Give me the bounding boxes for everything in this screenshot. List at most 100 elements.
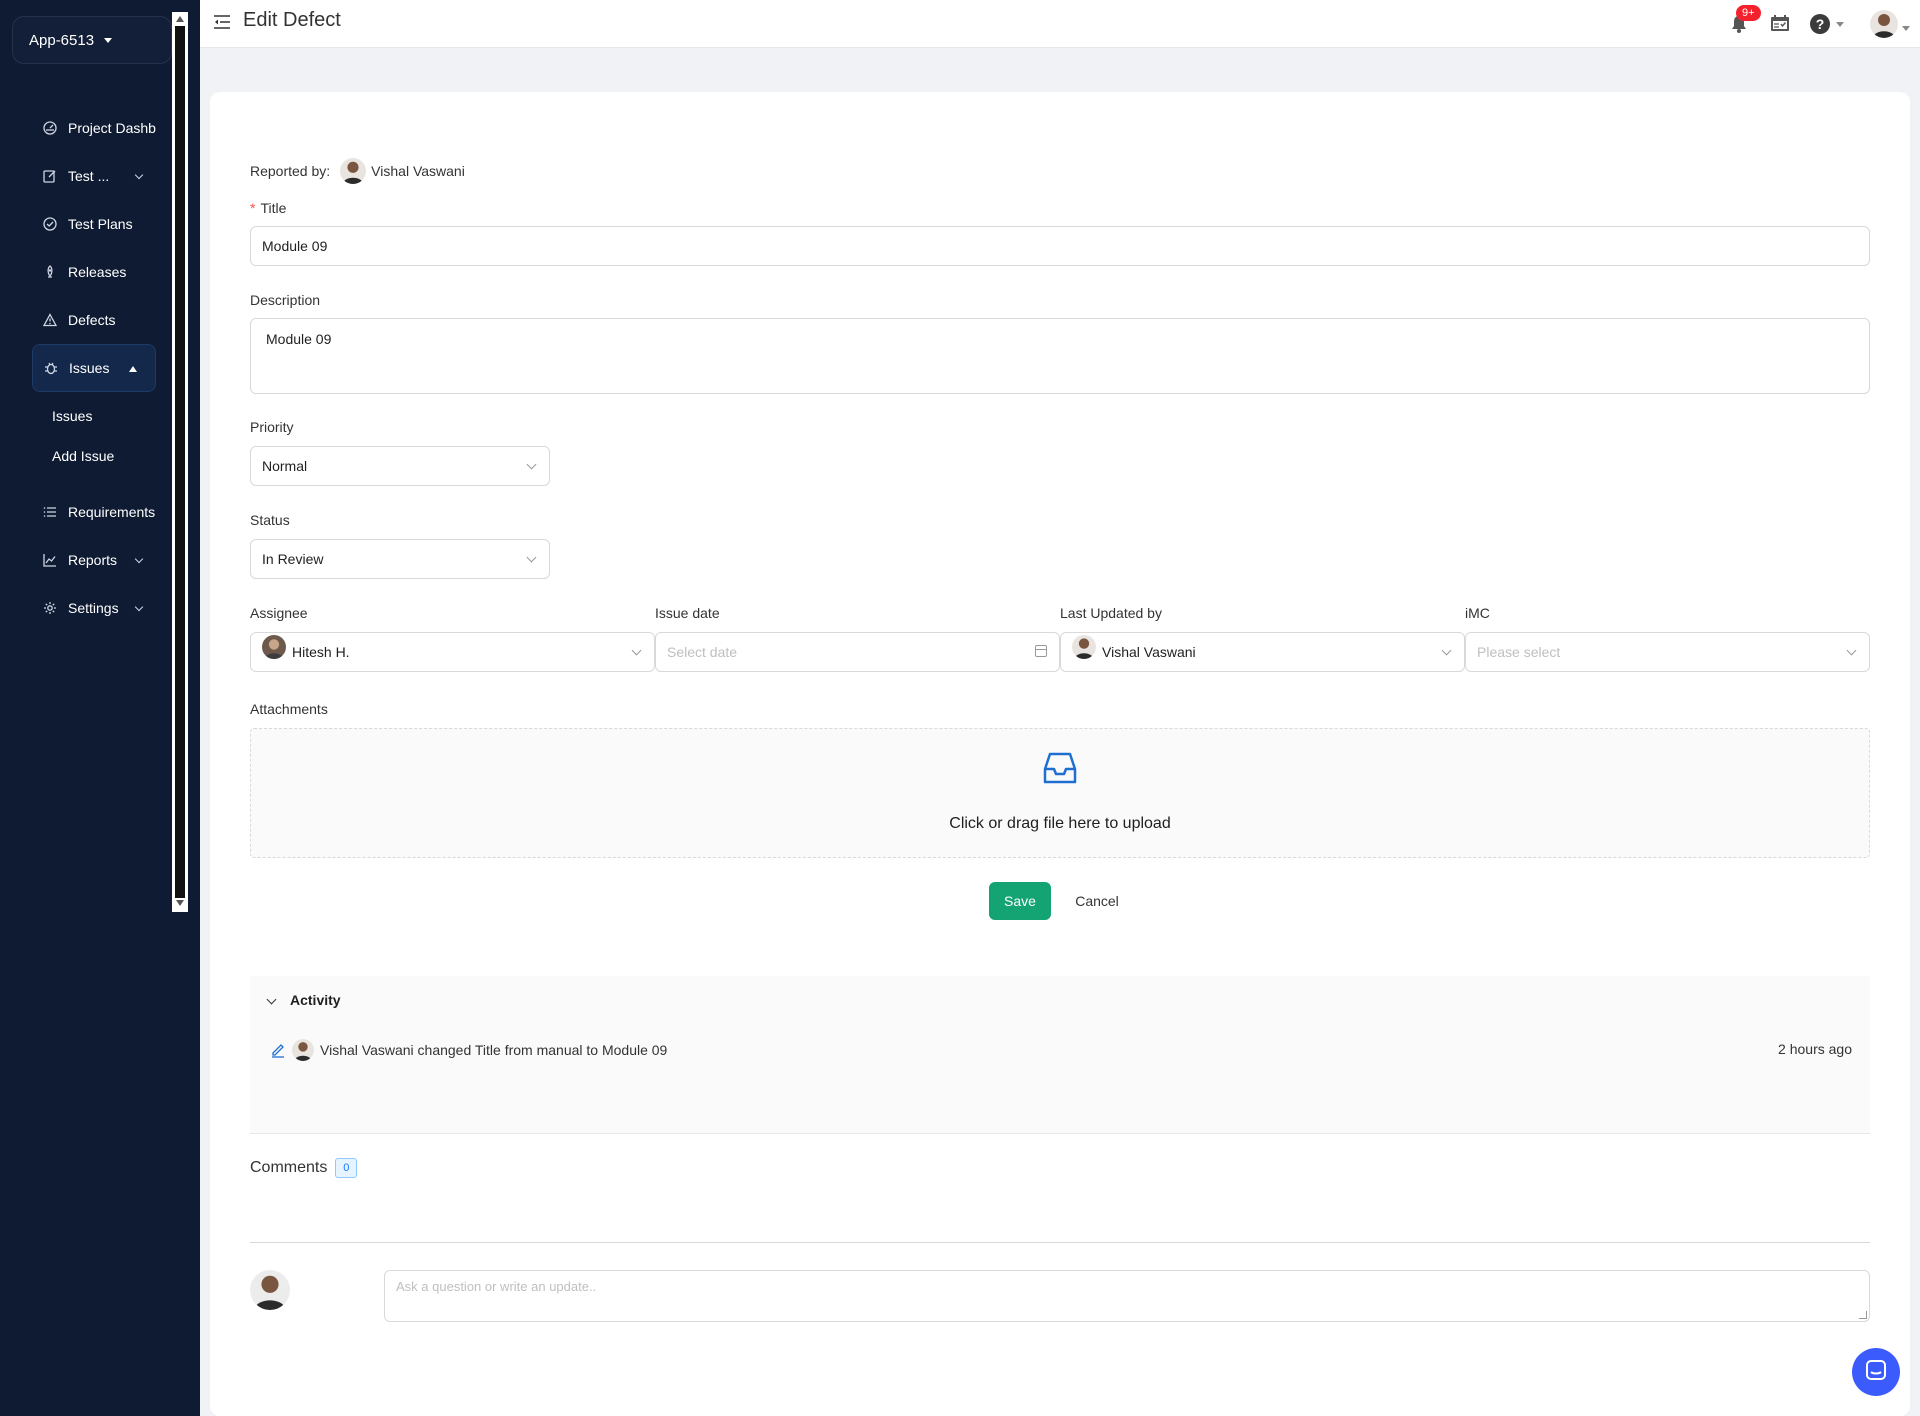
activity-time: 2 hours ago xyxy=(1778,1041,1852,1057)
divider xyxy=(250,1242,1870,1243)
comment-placeholder: Ask a question or write an update.. xyxy=(396,1279,597,1294)
title-label-text: Title xyxy=(260,200,287,216)
resize-handle-icon[interactable] xyxy=(1859,1311,1867,1319)
imc-placeholder: Please select xyxy=(1477,644,1561,660)
comments-count-badge: 0 xyxy=(335,1158,358,1178)
sidebar-item-defects[interactable]: Defects xyxy=(32,296,156,344)
assignee-label: Assignee xyxy=(250,605,308,621)
imc-label: iMC xyxy=(1465,605,1490,621)
sidebar-item-label: Reports xyxy=(68,552,118,568)
sidebar-item-label: Test ... xyxy=(68,168,110,184)
comment-input[interactable]: Ask a question or write an update.. xyxy=(384,1270,1870,1322)
imc-select[interactable]: Please select xyxy=(1465,632,1870,672)
description-label: Description xyxy=(250,292,321,308)
status-label: Status xyxy=(250,512,290,528)
last-updated-label: Last Updated by xyxy=(1060,605,1162,621)
title-input[interactable]: Module 09 xyxy=(250,226,1870,266)
activity-title[interactable]: Activity xyxy=(290,992,341,1008)
issue-date-label: Issue date xyxy=(655,605,720,621)
save-button[interactable]: Save xyxy=(989,882,1051,920)
assignee-value: Hitesh H. xyxy=(292,644,350,660)
menu-fold-icon[interactable] xyxy=(212,12,232,32)
edit-defect-form: Reported by: Vishal Vaswani * Title Modul… xyxy=(210,92,1910,1416)
sidebar-item-label: Releases xyxy=(68,264,127,280)
sidebar-item-requirements[interactable]: Requirements xyxy=(32,488,156,536)
description-value: Module 09 xyxy=(266,331,332,347)
calendar-icon[interactable] xyxy=(1770,14,1790,32)
gear-icon xyxy=(42,600,58,616)
priority-label: Priority xyxy=(250,419,294,435)
app-switcher[interactable]: App-6513 xyxy=(12,16,172,64)
attachments-label: Attachments xyxy=(250,701,328,717)
description-textarea[interactable]: Module 09 xyxy=(250,318,1870,394)
reported-by-label: Reported by: xyxy=(250,163,331,179)
sidebar-item-label: Settings xyxy=(68,600,119,616)
chevron-down-icon xyxy=(1846,645,1857,656)
sidebar-item-releases[interactable]: Releases xyxy=(32,248,156,296)
chevron-down-icon xyxy=(526,552,537,563)
app-switcher-label: App-6513 xyxy=(29,31,95,49)
status-value: In Review xyxy=(262,551,324,567)
required-mark: * xyxy=(250,200,256,216)
chevron-down-icon xyxy=(526,459,537,470)
reported-by: Reported by: Vishal Vaswani xyxy=(250,158,465,184)
notification-badge: 9+ xyxy=(1736,5,1761,21)
chevron-down-icon xyxy=(1441,645,1452,656)
user-avatar[interactable] xyxy=(1870,10,1898,38)
sidebar-item-label: Project Dashb xyxy=(68,120,156,136)
file-upload-dropzone[interactable]: Click or drag file here to upload xyxy=(250,728,1870,858)
sidebar-item-label: Test Plans xyxy=(68,216,133,232)
issue-date-picker[interactable]: Select date xyxy=(655,632,1060,672)
sidebar-item-label: Requirements xyxy=(68,504,156,520)
chat-launcher-button[interactable] xyxy=(1852,1348,1900,1396)
priority-select[interactable]: Normal xyxy=(250,446,550,486)
caret-down-icon[interactable] xyxy=(1902,26,1910,31)
help-icon[interactable]: ? xyxy=(1810,14,1830,34)
sidebar-item-test-plans[interactable]: Test Plans xyxy=(32,200,156,248)
caret-down-icon xyxy=(104,37,113,43)
top-header: Edit Defect 9+ ? xyxy=(200,0,1920,48)
sidebar-scrollbar-thumb[interactable] xyxy=(175,26,185,898)
chevron-down-icon[interactable] xyxy=(266,994,277,1005)
title-input-value: Module 09 xyxy=(262,238,328,254)
cancel-button[interactable]: Cancel xyxy=(1067,882,1127,920)
activity-text: Vishal Vaswani changed Title from manual… xyxy=(320,1042,668,1058)
assignee-select[interactable]: Hitesh H. xyxy=(250,632,655,672)
sidebar-item-settings[interactable]: Settings xyxy=(32,584,156,632)
chevron-up-icon xyxy=(129,366,137,372)
sidebar-item-project-dashboard[interactable]: Project Dashb xyxy=(32,104,156,152)
edit-icon xyxy=(270,1042,286,1058)
chevron-down-icon xyxy=(134,554,144,564)
last-updated-select[interactable]: Vishal Vaswani xyxy=(1060,632,1465,672)
status-select[interactable]: In Review xyxy=(250,539,550,579)
dashboard-icon xyxy=(42,120,58,136)
caret-down-icon[interactable] xyxy=(1836,22,1844,27)
scroll-down-arrow-icon[interactable] xyxy=(176,900,184,906)
chevron-down-icon xyxy=(631,645,642,656)
chart-icon xyxy=(42,552,58,568)
sidebar-item-issues[interactable]: Issues xyxy=(32,344,156,392)
upload-hint: Click or drag file here to upload xyxy=(949,815,1171,832)
activity-entry: Vishal Vaswani changed Title from manual… xyxy=(270,1038,1852,1062)
submenu-item-issues[interactable]: Issues xyxy=(32,396,156,436)
sidebar-item-reports[interactable]: Reports xyxy=(32,536,156,584)
chevron-down-icon xyxy=(134,170,144,180)
check-circle-icon xyxy=(42,216,58,232)
submenu-item-add-issue[interactable]: Add Issue xyxy=(32,436,156,476)
activity-avatar xyxy=(292,1039,314,1061)
reporter-name: Vishal Vaswani xyxy=(371,163,465,179)
scroll-up-arrow-icon[interactable] xyxy=(176,16,184,22)
sidebar-item-label: Defects xyxy=(68,312,116,328)
assignee-avatar xyxy=(262,635,286,659)
sidebar-item-test-cases[interactable]: Test ... xyxy=(32,152,156,200)
commenter-avatar xyxy=(250,1270,290,1310)
last-updated-avatar xyxy=(1072,635,1096,659)
comments-header: Comments 0 xyxy=(250,1158,358,1178)
sidebar-item-label: Issues xyxy=(69,360,110,376)
comments-title: Comments xyxy=(250,1159,328,1176)
last-updated-value: Vishal Vaswani xyxy=(1102,644,1196,660)
edit-icon xyxy=(42,168,58,184)
calendar-icon xyxy=(1035,645,1047,657)
activity-panel: Activity Vishal Vaswani changed Title fr… xyxy=(250,976,1870,1134)
list-icon xyxy=(42,504,58,520)
